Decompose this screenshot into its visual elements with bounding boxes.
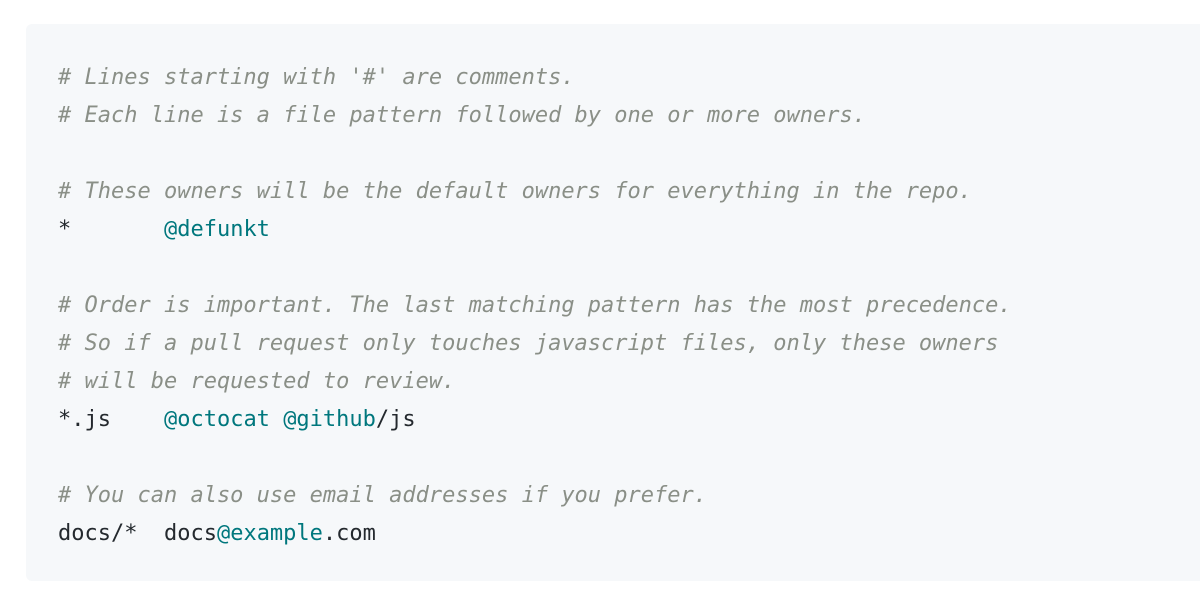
comment-text: # Lines starting with '#' are comments. bbox=[58, 65, 575, 90]
email-tld: .com bbox=[322, 521, 376, 546]
owner-handle: @defunkt bbox=[163, 217, 270, 242]
code-line-12: # You can also use email addresses if yo… bbox=[58, 477, 1200, 515]
code-line-9: # will be requested to review. bbox=[58, 363, 1200, 401]
code-line-6-empty bbox=[58, 249, 1200, 287]
code-line-5: * @defunkt bbox=[58, 211, 1200, 249]
code-line-2: # Each line is a file pattern followed b… bbox=[58, 97, 1200, 135]
file-pattern: *.js bbox=[58, 407, 164, 432]
file-pattern: * bbox=[58, 217, 164, 242]
owner-team-suffix: /js bbox=[375, 407, 416, 432]
code-line-11-empty bbox=[58, 439, 1200, 477]
comment-text: # These owners will be the default owner… bbox=[58, 179, 972, 204]
code-line-10: *.js @octocat @github/js bbox=[58, 401, 1200, 439]
code-line-13: docs/* docs@example.com bbox=[58, 515, 1200, 553]
code-content: # Lines starting with '#' are comments. #… bbox=[58, 59, 1200, 553]
code-line-1: # Lines starting with '#' are comments. bbox=[58, 59, 1200, 97]
code-line-3-empty bbox=[58, 135, 1200, 173]
code-line-8: # So if a pull request only touches java… bbox=[58, 325, 1200, 363]
comment-text: # So if a pull request only touches java… bbox=[58, 331, 999, 356]
owner-separator bbox=[270, 407, 283, 432]
code-line-4: # These owners will be the default owner… bbox=[58, 173, 1200, 211]
comment-text: # Order is important. The last matching … bbox=[58, 293, 1012, 318]
comment-text: # Each line is a file pattern followed b… bbox=[58, 103, 866, 128]
owner-team-handle: @github bbox=[283, 407, 376, 432]
file-pattern: docs/* bbox=[58, 521, 164, 546]
email-user: docs bbox=[163, 521, 217, 546]
email-domain: @example bbox=[216, 521, 323, 546]
comment-text: # You can also use email addresses if yo… bbox=[58, 483, 708, 508]
owner-handle: @octocat bbox=[163, 407, 270, 432]
comment-text: # will be requested to review. bbox=[58, 369, 456, 394]
codeowners-code-block: # Lines starting with '#' are comments. #… bbox=[26, 24, 1200, 581]
code-line-7: # Order is important. The last matching … bbox=[58, 287, 1200, 325]
